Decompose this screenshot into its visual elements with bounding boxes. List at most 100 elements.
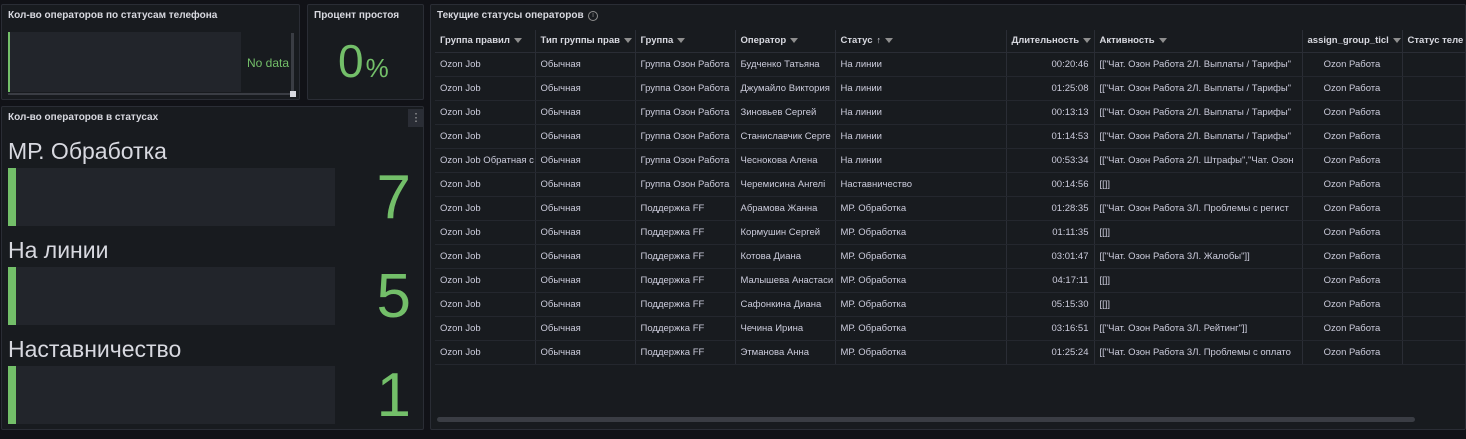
status-label: На линии (8, 237, 109, 263)
filter-icon[interactable] (513, 38, 522, 44)
table-cell: Зиновьев Сергей (735, 100, 836, 125)
table-row[interactable]: Ozon Job Обычная Поддержка FF Абрамова Жанн… (435, 196, 1465, 221)
column-header[interactable]: Длительность (1006, 30, 1095, 53)
resize-handle[interactable] (290, 91, 296, 97)
table-cell: МР. Обработка (835, 292, 1007, 317)
idle-value: 0 (338, 35, 364, 87)
table-cell: [["Чат. Озон Работа 2Л. Выплаты / Тарифы… (1094, 76, 1303, 101)
table-cell: На линии (835, 100, 1007, 125)
table-cell: МР. Обработка (835, 316, 1007, 341)
table-cell: Ozon Работа (1302, 196, 1403, 221)
panel-menu-icon[interactable]: ⋮ (408, 109, 423, 127)
table-cell: Поддержка FF (635, 244, 736, 269)
table-cell: Обычная (535, 340, 636, 365)
filter-icon[interactable] (1083, 38, 1092, 44)
column-header[interactable]: Группа правил (435, 30, 536, 53)
table-cell (1402, 52, 1465, 77)
table-cell: Ozon Job (435, 340, 536, 365)
filter-icon[interactable] (885, 38, 894, 44)
column-header[interactable]: Статус ↑ (835, 30, 1007, 53)
filter-icon[interactable] (623, 38, 632, 44)
column-header-label: Статус теле (1407, 35, 1464, 47)
panel-title: Кол-во операторов в статусах (8, 112, 159, 123)
table-cell: Кормушин Сергей (735, 220, 836, 245)
filter-icon[interactable] (677, 38, 686, 44)
table-cell: Этманова Анна (735, 340, 836, 365)
table-row[interactable]: Ozon Job Обычная Группа Озон Работа Черемис… (435, 172, 1465, 197)
table-cell: Группа Озон Работа (635, 172, 736, 197)
status-label: Наставничество (8, 336, 182, 362)
table-cell: [["Чат. Озон Работа 2Л. Выплаты / Тарифы… (1094, 100, 1303, 125)
table-cell (1402, 220, 1465, 245)
table-cell: Ozon Работа (1302, 148, 1403, 173)
column-header[interactable]: Оператор (735, 30, 836, 53)
table-cell: [[]] (1094, 292, 1303, 317)
status-bar (8, 267, 335, 325)
table-cell: Ozon Работа (1302, 124, 1403, 149)
table-cell: Поддержка FF (635, 220, 736, 245)
table-cell: Ozon Job (435, 124, 536, 149)
table-row[interactable]: Ozon Job Обычная Поддержка FF Чечина Ирина М… (435, 316, 1465, 341)
table-cell (1402, 76, 1465, 101)
column-header[interactable]: assign_group_ticl (1302, 30, 1403, 53)
table-cell: На линии (835, 148, 1007, 173)
table-row[interactable]: Ozon Job Обратная с Обычная Группа Озон Ра… (435, 148, 1465, 173)
table-row[interactable]: Ozon Job Обычная Группа Озон Работа Будченк… (435, 52, 1465, 77)
table-row[interactable]: Ozon Job Обычная Поддержка FF Кормушин Серг… (435, 220, 1465, 245)
table-row[interactable]: Ozon Job Обычная Группа Озон Работа Джумайл… (435, 76, 1465, 101)
table-cell: 05:15:30 (1006, 292, 1095, 317)
table-cell: Джумайло Виктория (735, 76, 836, 101)
status-bar (8, 366, 335, 424)
table-cell: Обычная (535, 220, 636, 245)
table-cell: Станиславчик Серге (735, 124, 836, 149)
phone-status-plot-area (8, 32, 241, 92)
info-icon[interactable]: i (588, 11, 598, 21)
table-cell: Наставничество (835, 172, 1007, 197)
filter-icon[interactable] (1392, 38, 1401, 44)
table-row[interactable]: Ozon Job Обычная Поддержка FF Сафонкина Диа… (435, 292, 1465, 317)
table-cell: [["Чат. Озон Работа 3Л. Рейтинг"]] (1094, 316, 1303, 341)
table-cell: Группа Озон Работа (635, 76, 736, 101)
table-cell: Обычная (535, 124, 636, 149)
column-header[interactable]: Тип группы прав (535, 30, 636, 53)
sort-ascending-icon[interactable]: ↑ (877, 35, 882, 45)
table-cell: Ozon Job (435, 316, 536, 341)
table-cell (1402, 316, 1465, 341)
column-header-label: Группа (640, 35, 674, 47)
table-cell: Ozon Job Обратная с (435, 148, 536, 173)
table-cell: Чеснокова Алена (735, 148, 836, 173)
column-header[interactable]: Активность (1094, 30, 1303, 53)
table-cell: Ozon Работа (1302, 292, 1403, 317)
table-row[interactable]: Ozon Job Обычная Группа Озон Работа Станисл… (435, 124, 1465, 149)
table-cell: Котова Диана (735, 244, 836, 269)
table-cell: Ozon Работа (1302, 220, 1403, 245)
horizontal-scrollbar[interactable] (8, 93, 294, 95)
no-data-message: No data (247, 56, 290, 70)
table-row[interactable]: Ozon Job Обычная Поддержка FF Котова Диана М… (435, 244, 1465, 269)
column-header[interactable]: Статус теле (1402, 30, 1465, 53)
table-row[interactable]: Ozon Job Обычная Поддержка FF Этманова Анна… (435, 340, 1465, 365)
table-cell: 00:13:13 (1006, 100, 1095, 125)
vertical-scrollbar[interactable] (291, 33, 294, 95)
table-cell: Ozon Работа (1302, 76, 1403, 101)
filter-icon[interactable] (790, 38, 799, 44)
column-header[interactable]: Группа (635, 30, 736, 53)
table-cell: Поддержка FF (635, 316, 736, 341)
table-row[interactable]: Ozon Job Обычная Группа Озон Работа Зиновье… (435, 100, 1465, 125)
table-cell (1402, 268, 1465, 293)
table-cell: [[]] (1094, 172, 1303, 197)
column-header-label: assign_group_ticl (1307, 35, 1389, 47)
table-horizontal-scrollbar[interactable] (437, 417, 1415, 422)
table-cell: Ozon Job (435, 100, 536, 125)
table-cell: МР. Обработка (835, 244, 1007, 269)
table-cell: 03:16:51 (1006, 316, 1095, 341)
status-count: 5 (376, 262, 411, 331)
column-header-label: Группа правил (440, 35, 510, 47)
table-row[interactable]: Ozon Job Обычная Поддержка FF Малышева Анас… (435, 268, 1465, 293)
filter-icon[interactable] (1158, 38, 1167, 44)
table-cell: Обычная (535, 292, 636, 317)
table-cell: 01:28:35 (1006, 196, 1095, 221)
table-cell: Ozon Job (435, 268, 536, 293)
table-cell: Группа Озон Работа (635, 148, 736, 173)
table-cell (1402, 100, 1465, 125)
